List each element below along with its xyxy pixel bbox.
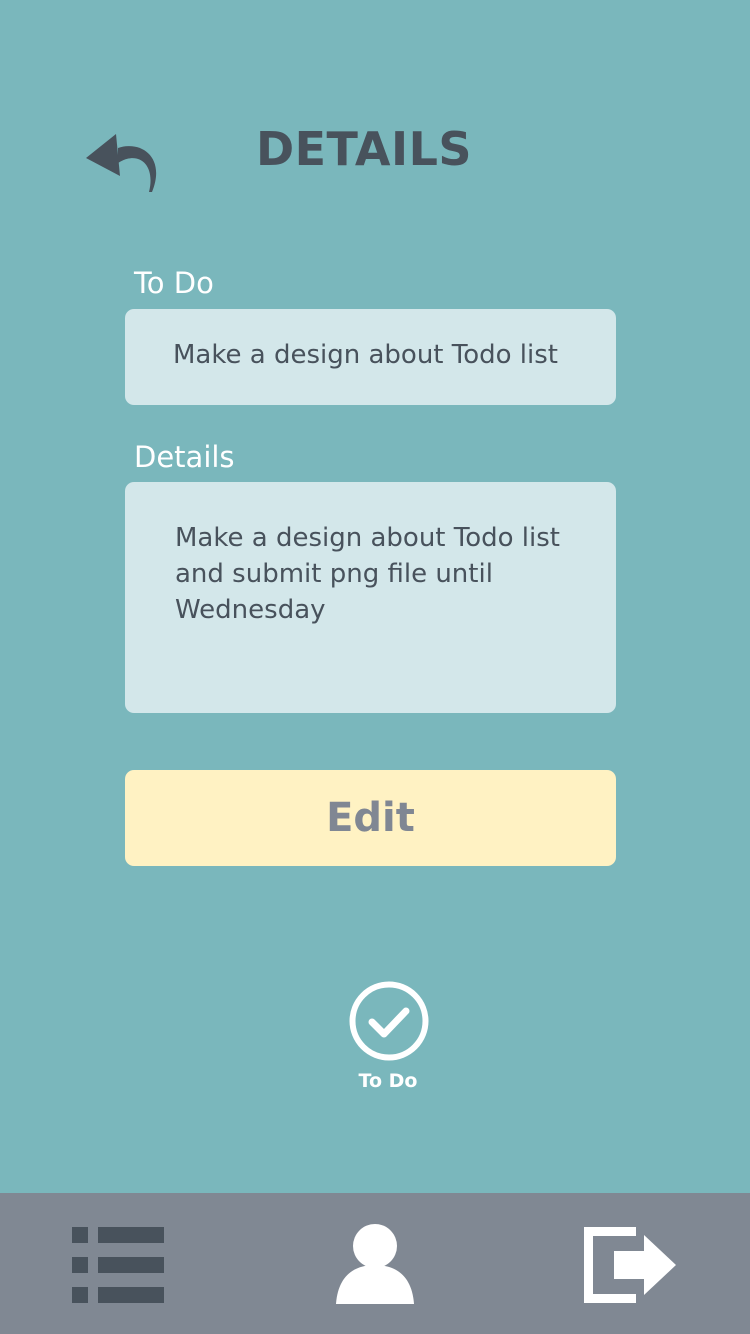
todo-field-label: To Do (134, 266, 214, 300)
details-textarea[interactable]: Make a design about Todo list and submit… (125, 482, 616, 713)
bottom-nav (0, 1193, 750, 1334)
nav-logout-button[interactable] (578, 1223, 682, 1307)
list-icon (72, 1227, 164, 1303)
edit-button[interactable]: Edit (125, 770, 616, 866)
user-icon (336, 1224, 414, 1304)
todo-input[interactable]: Make a design about Todo list (125, 309, 616, 405)
details-field-label: Details (134, 440, 235, 474)
page-title: DETAILS (255, 122, 473, 176)
status-label: To Do (358, 1070, 418, 1092)
todo-status-toggle[interactable]: To Do (338, 980, 438, 1100)
nav-profile-button[interactable] (330, 1221, 420, 1307)
logout-icon (584, 1227, 676, 1303)
nav-list-button[interactable] (66, 1223, 170, 1307)
check-circle-icon (349, 981, 429, 1061)
